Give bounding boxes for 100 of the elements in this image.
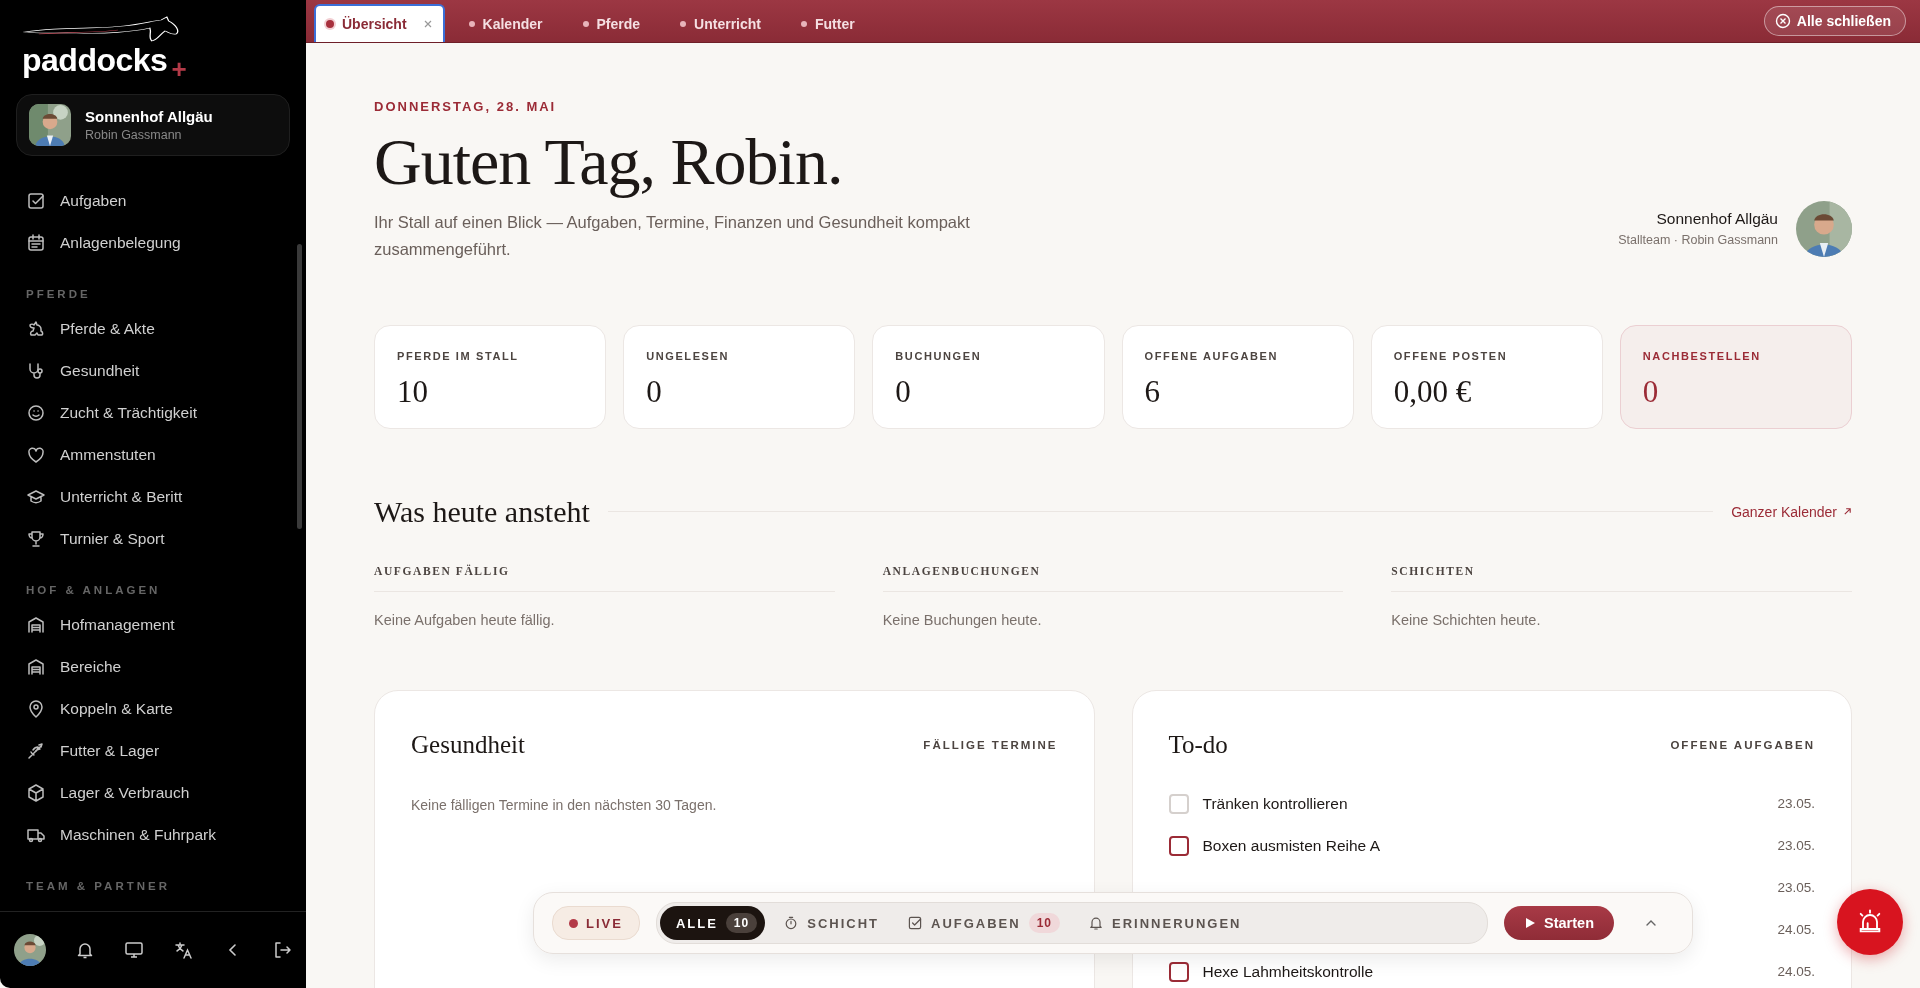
nav-item[interactable]: Hofmanagement xyxy=(26,604,306,646)
nav-item[interactable]: Unterricht & Beritt xyxy=(26,476,306,518)
monitor-icon[interactable] xyxy=(124,940,145,960)
filter-tab[interactable]: SCHICHT xyxy=(773,906,889,940)
nav-item[interactable]: Pferde & Akte xyxy=(26,308,306,350)
stat-card[interactable]: BUCHUNGEN 0 xyxy=(872,324,1105,429)
date-label: DONNERSTAG, 28. MAI xyxy=(374,99,558,114)
stat-label: NACHBESTELLEN xyxy=(1642,349,1762,362)
filter-tab[interactable]: ERINNERUNGEN xyxy=(1078,906,1252,940)
close-icon[interactable] xyxy=(422,19,433,29)
stat-card[interactable]: OFFENE POSTEN 0,00 € xyxy=(1370,324,1603,429)
checkbox-icon xyxy=(907,915,923,931)
column-heading: ANLAGENBUCHUNGEN xyxy=(882,564,1344,592)
nav-item[interactable]: Koppeln & Karte xyxy=(26,688,306,730)
heart-icon xyxy=(26,445,46,465)
stat-card[interactable]: PFERDE IM STALL 10 xyxy=(374,324,607,429)
nav-item[interactable]: Aufgaben xyxy=(26,180,306,222)
task-label: Boxen ausmisten Reihe A xyxy=(1202,836,1380,855)
stat-card[interactable]: OFFENE AUFGABEN 6 xyxy=(1121,324,1354,429)
section-heading: TEAM & PARTNER xyxy=(26,880,171,892)
filter-tab[interactable]: AUFGABEN 10 xyxy=(897,906,1071,940)
task-label: Tränken kontrollieren xyxy=(1202,794,1348,813)
nav-item[interactable]: Lager & Verbrauch xyxy=(26,772,306,814)
wheat-icon xyxy=(26,741,46,761)
empty-message: Keine Schichten heute. xyxy=(1391,611,1542,628)
section-heading: PFERDE xyxy=(26,288,92,300)
tab[interactable]: Pferde xyxy=(566,6,657,42)
smiley-icon xyxy=(26,403,46,423)
garage-icon xyxy=(26,615,46,635)
nav-item[interactable]: Futter & Lager xyxy=(26,730,306,772)
bell-icon xyxy=(1088,915,1105,931)
card-tag: OFFENE AUFGABEN xyxy=(1670,738,1815,751)
task-checkbox[interactable] xyxy=(1168,835,1189,856)
farm-name: Sonnenhof Allgäu xyxy=(1656,210,1778,229)
box-icon xyxy=(26,783,46,803)
section-heading: HOF & ANLAGEN xyxy=(26,584,162,596)
nav-item[interactable]: Anlagenbelegung xyxy=(26,222,306,264)
tab[interactable]: Übersicht xyxy=(314,4,445,42)
stat-card[interactable]: UNGELESEN 0 xyxy=(623,324,856,429)
logo-plus: + xyxy=(171,56,187,82)
logo-wordmark: paddocks xyxy=(22,44,168,76)
scrollbar[interactable] xyxy=(297,244,302,529)
stat-label: UNGELESEN xyxy=(646,349,730,362)
stethoscope-icon xyxy=(26,361,46,381)
stat-label: PFERDE IM STALL xyxy=(397,349,520,362)
checkbox-icon xyxy=(26,191,46,211)
alarm-button[interactable] xyxy=(1837,889,1903,955)
arrow-up-right-icon xyxy=(1843,507,1852,517)
profile-card[interactable]: Sonnenhof Allgäu Robin Gassmann xyxy=(16,94,290,156)
subtitle: Ihr Stall auf einen Blick — Aufgaben, Termine, Finanzen und Gesundheit kompakt zusammengeführt. xyxy=(374,211,971,260)
trophy-icon xyxy=(26,529,46,549)
tab[interactable]: Unterricht xyxy=(664,6,777,42)
translate-icon[interactable] xyxy=(173,940,194,960)
task-date: 24.05. xyxy=(1777,922,1815,938)
nav-item[interactable]: Ammenstuten xyxy=(26,434,306,476)
empty-message: Keine Aufgaben heute fällig. xyxy=(374,611,556,628)
task-date: 23.05. xyxy=(1777,796,1815,812)
greeting-title: Guten Tag, Robin. xyxy=(374,126,844,199)
stat-value: 0 xyxy=(1642,373,1660,410)
stat-card[interactable]: NACHBESTELLEN 0 xyxy=(1619,324,1852,429)
calendar-icon xyxy=(26,233,46,253)
nav-item[interactable]: Bereiche xyxy=(26,646,306,688)
stat-value: 0,00 € xyxy=(1393,373,1473,410)
farm-name: Sonnenhof Allgäu xyxy=(85,108,213,125)
stat-value: 0 xyxy=(646,373,663,410)
role-label: Stallteam · Robin Gassmann xyxy=(1618,233,1778,248)
nav-item[interactable]: Turnier & Sport xyxy=(26,518,306,560)
count-badge: 10 xyxy=(725,913,758,933)
stat-label: BUCHUNGEN xyxy=(895,349,983,362)
stat-value: 6 xyxy=(1144,373,1161,410)
horse-icon xyxy=(26,319,46,339)
stat-label: OFFENE AUFGABEN xyxy=(1144,349,1280,362)
task-date: 23.05. xyxy=(1777,880,1815,896)
filter-tab[interactable]: ALLE 10 xyxy=(659,906,766,940)
card-tag: FÄLLIGE TERMINE xyxy=(923,738,1058,751)
play-icon xyxy=(1524,917,1537,929)
count-badge: 10 xyxy=(1028,913,1061,933)
task-date: 24.05. xyxy=(1777,964,1815,980)
column-heading: AUFGABEN FÄLLIG xyxy=(374,564,835,592)
calendar-link[interactable]: Ganzer Kalender xyxy=(1731,503,1852,520)
start-button[interactable]: Starten xyxy=(1504,906,1614,940)
task-date: 23.05. xyxy=(1777,838,1815,854)
card-title: To-do xyxy=(1168,730,1228,759)
card-title: Gesundheit xyxy=(411,730,525,759)
nav-item[interactable]: Maschinen & Fuhrpark xyxy=(26,814,306,856)
nav-item[interactable]: Zucht & Trächtigkeit xyxy=(26,392,306,434)
task-label: Hexe Lahmheitskontrolle xyxy=(1202,962,1374,981)
location-pin-icon xyxy=(26,699,46,719)
live-badge[interactable]: LIVE xyxy=(552,906,640,940)
empty-message: Keine fälligen Termine in den nächsten 30 Tagen. xyxy=(411,796,718,813)
nav-item[interactable]: Gesundheit xyxy=(26,350,306,392)
tab[interactable]: Futter xyxy=(785,6,871,42)
tab[interactable]: Kalender xyxy=(452,6,559,42)
task-checkbox[interactable] xyxy=(1168,961,1189,982)
stat-label: OFFENE POSTEN xyxy=(1393,349,1509,362)
empty-message: Keine Buchungen heute. xyxy=(882,611,1043,628)
stat-value: 10 xyxy=(397,373,429,410)
close-all-button[interactable]: Alle schließen xyxy=(1763,6,1906,36)
user-name: Robin Gassmann xyxy=(85,128,183,142)
column-heading: SCHICHTEN xyxy=(1391,564,1852,592)
